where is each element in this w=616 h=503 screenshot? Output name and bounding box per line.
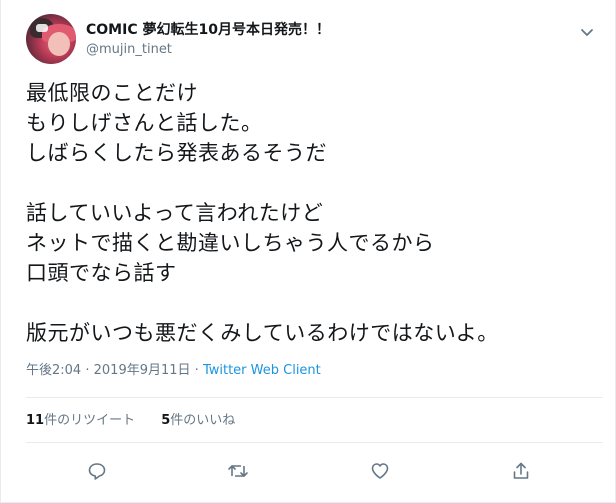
user-name-block[interactable]: COMIC 夢幻転生10月号本日発売！！ @mujin_tinet <box>86 21 330 59</box>
reply-icon[interactable] <box>84 458 110 484</box>
retweet-count: 11 <box>26 413 45 428</box>
chevron-down-icon[interactable] <box>579 24 595 40</box>
screen-name[interactable]: @mujin_tinet <box>86 41 330 59</box>
tweet-time[interactable]: 午後2:04 <box>26 363 81 378</box>
divider <box>26 442 603 443</box>
retweet-stat[interactable]: 11件のリツイート <box>26 412 135 430</box>
like-count: 5 <box>161 413 171 428</box>
meta-separator: · <box>85 363 90 378</box>
avatar-bow <box>36 24 48 32</box>
divider <box>26 397 603 398</box>
tweet-meta: 午後2:04 · 2019年9月11日 · Twitter Web Client <box>26 362 321 380</box>
display-name[interactable]: COMIC 夢幻転生10月号本日発売！！ <box>86 21 330 39</box>
like-stat[interactable]: 5件のいいね <box>161 412 235 430</box>
retweet-icon[interactable] <box>225 458 251 484</box>
tweet-header: COMIC 夢幻転生10月号本日発売！！ @mujin_tinet <box>26 14 595 66</box>
tweet-actions <box>1 458 615 484</box>
avatar-face <box>48 32 70 56</box>
avatar[interactable] <box>26 14 76 64</box>
tweet-card: COMIC 夢幻転生10月号本日発売！！ @mujin_tinet 最低限のこと… <box>0 0 616 503</box>
retweet-label: 件のリツイート <box>44 413 136 428</box>
tweet-date[interactable]: 2019年9月11日 <box>94 363 191 378</box>
tweet-stats: 11件のリツイート 5件のいいね <box>26 412 257 430</box>
like-label: 件のいいね <box>170 413 236 428</box>
heart-icon[interactable] <box>367 458 393 484</box>
share-icon[interactable] <box>508 458 534 484</box>
meta-separator: · <box>194 363 199 378</box>
tweet-client-link[interactable]: Twitter Web Client <box>203 363 321 378</box>
tweet-text: 最低限のことだけ もりしげさんと話した。 しばらくしたら発表あるそうだ 話してい… <box>26 81 499 345</box>
